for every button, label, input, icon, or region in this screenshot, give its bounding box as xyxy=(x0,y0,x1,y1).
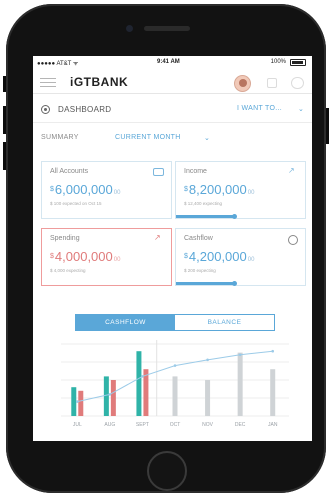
card-title: Cashflow xyxy=(184,235,213,242)
volume-down-button xyxy=(3,142,6,170)
progress-handle xyxy=(232,214,238,219)
refresh-icon xyxy=(288,235,298,245)
logout-icon[interactable] xyxy=(291,77,304,89)
chart-bar xyxy=(172,376,178,416)
tab-cashflow[interactable]: CASHFLOW xyxy=(76,315,175,330)
card-amount: $6,000,00000 xyxy=(50,182,121,197)
summary-label: SUMMARY xyxy=(41,134,79,141)
power-button xyxy=(326,108,329,144)
chart-bar xyxy=(136,351,142,416)
progress-handle xyxy=(232,281,238,286)
card-amount: $4,200,00000 xyxy=(184,249,255,264)
trend-point xyxy=(75,400,79,403)
x-tick-label: DEC xyxy=(235,422,246,428)
x-tick-label: OCT xyxy=(170,422,181,428)
period-dropdown[interactable]: CURRENT MONTH xyxy=(115,134,181,141)
status-bar: ●●●●● AT&T ᯤ 9:41 AM 100% xyxy=(33,56,312,70)
trend-point xyxy=(108,393,112,396)
mute-switch xyxy=(3,76,6,92)
progress-bar xyxy=(176,282,235,285)
home-button[interactable] xyxy=(147,451,187,491)
cashflow-chart: JUL AUG SEPT OCT NOV DEC JAN xyxy=(61,340,289,428)
page-title: DASHBOARD xyxy=(58,105,112,114)
battery-percent: 100% xyxy=(270,59,286,65)
tab-balance[interactable]: BALANCE xyxy=(175,315,274,330)
app-screen: ●●●●● AT&T ᯤ 9:41 AM 100% iGTBANK DASHBO… xyxy=(33,56,312,441)
card-all-accounts[interactable]: All Accounts $6,000,00000 $ 100 expected… xyxy=(41,161,172,219)
card-income[interactable]: Income ↗ $8,200,00000 $ 12,400 expecting xyxy=(175,161,306,219)
trend-point xyxy=(141,375,144,378)
chevron-down-icon[interactable]: ⌄ xyxy=(298,105,304,113)
trend-up-icon: ↗ xyxy=(288,166,295,175)
chart-bar xyxy=(71,387,77,416)
card-spending[interactable]: Spending ↗ $4,000,00000 $ 4,000 expectin… xyxy=(41,228,172,286)
trend-point xyxy=(206,358,209,362)
card-subtext: $ 200 expecting xyxy=(184,268,216,273)
progress-bar xyxy=(176,215,235,218)
summary-row: SUMMARY CURRENT MONTH ⌄ xyxy=(33,128,312,148)
dashboard-bar: DASHBOARD I WANT TO... ⌄ xyxy=(33,95,312,123)
notification-icon[interactable] xyxy=(267,78,277,88)
front-camera xyxy=(126,25,133,32)
trend-point xyxy=(271,349,275,353)
card-title: All Accounts xyxy=(50,168,89,175)
chevron-down-icon[interactable]: ⌄ xyxy=(204,134,210,142)
card-subtext: $ 100 expected on Oct 15 xyxy=(50,201,102,206)
trend-up-icon: ↗ xyxy=(154,233,161,242)
card-subtext: $ 12,400 expecting xyxy=(184,201,223,206)
x-tick-label: NOV xyxy=(202,422,214,428)
battery-icon xyxy=(290,59,306,66)
chart-bar xyxy=(205,380,211,416)
x-tick-label: JUL xyxy=(73,422,82,428)
card-amount: $4,000,00000 xyxy=(50,249,121,264)
volume-up-button xyxy=(3,106,6,134)
card-subtext: $ 4,000 expecting xyxy=(50,268,86,273)
app-header: iGTBANK xyxy=(33,70,312,94)
chart-bar xyxy=(237,352,243,416)
dashboard-icon xyxy=(41,105,50,114)
card-title: Spending xyxy=(50,235,80,242)
card-amount: $8,200,00000 xyxy=(184,182,255,197)
card-cashflow[interactable]: Cashflow $4,200,00000 $ 200 expecting xyxy=(175,228,306,286)
status-time: 9:41 AM xyxy=(157,59,180,65)
trend-point xyxy=(173,364,177,367)
phone-frame: ●●●●● AT&T ᯤ 9:41 AM 100% iGTBANK DASHBO… xyxy=(3,4,329,493)
earpiece-speaker xyxy=(144,26,190,31)
x-tick-label: SEPT xyxy=(136,422,149,428)
x-tick-label: AUG xyxy=(104,422,115,428)
card-title: Income xyxy=(184,168,207,175)
carrier-signal: ●●●●● AT&T ᯤ xyxy=(37,61,79,67)
chart-toggle: CASHFLOW BALANCE xyxy=(75,314,275,331)
chart-bar xyxy=(110,380,116,416)
avatar[interactable] xyxy=(234,75,251,92)
i-want-to-dropdown[interactable]: I WANT TO... xyxy=(237,105,282,112)
menu-icon[interactable] xyxy=(40,78,56,88)
chart-bar xyxy=(103,376,109,416)
chart-bar xyxy=(270,369,276,416)
trend-point xyxy=(238,353,242,357)
chart-bar xyxy=(78,390,84,416)
x-tick-label: JAN xyxy=(268,422,278,428)
bank-logo: iGTBANK xyxy=(70,75,129,89)
wallet-icon xyxy=(153,168,164,176)
